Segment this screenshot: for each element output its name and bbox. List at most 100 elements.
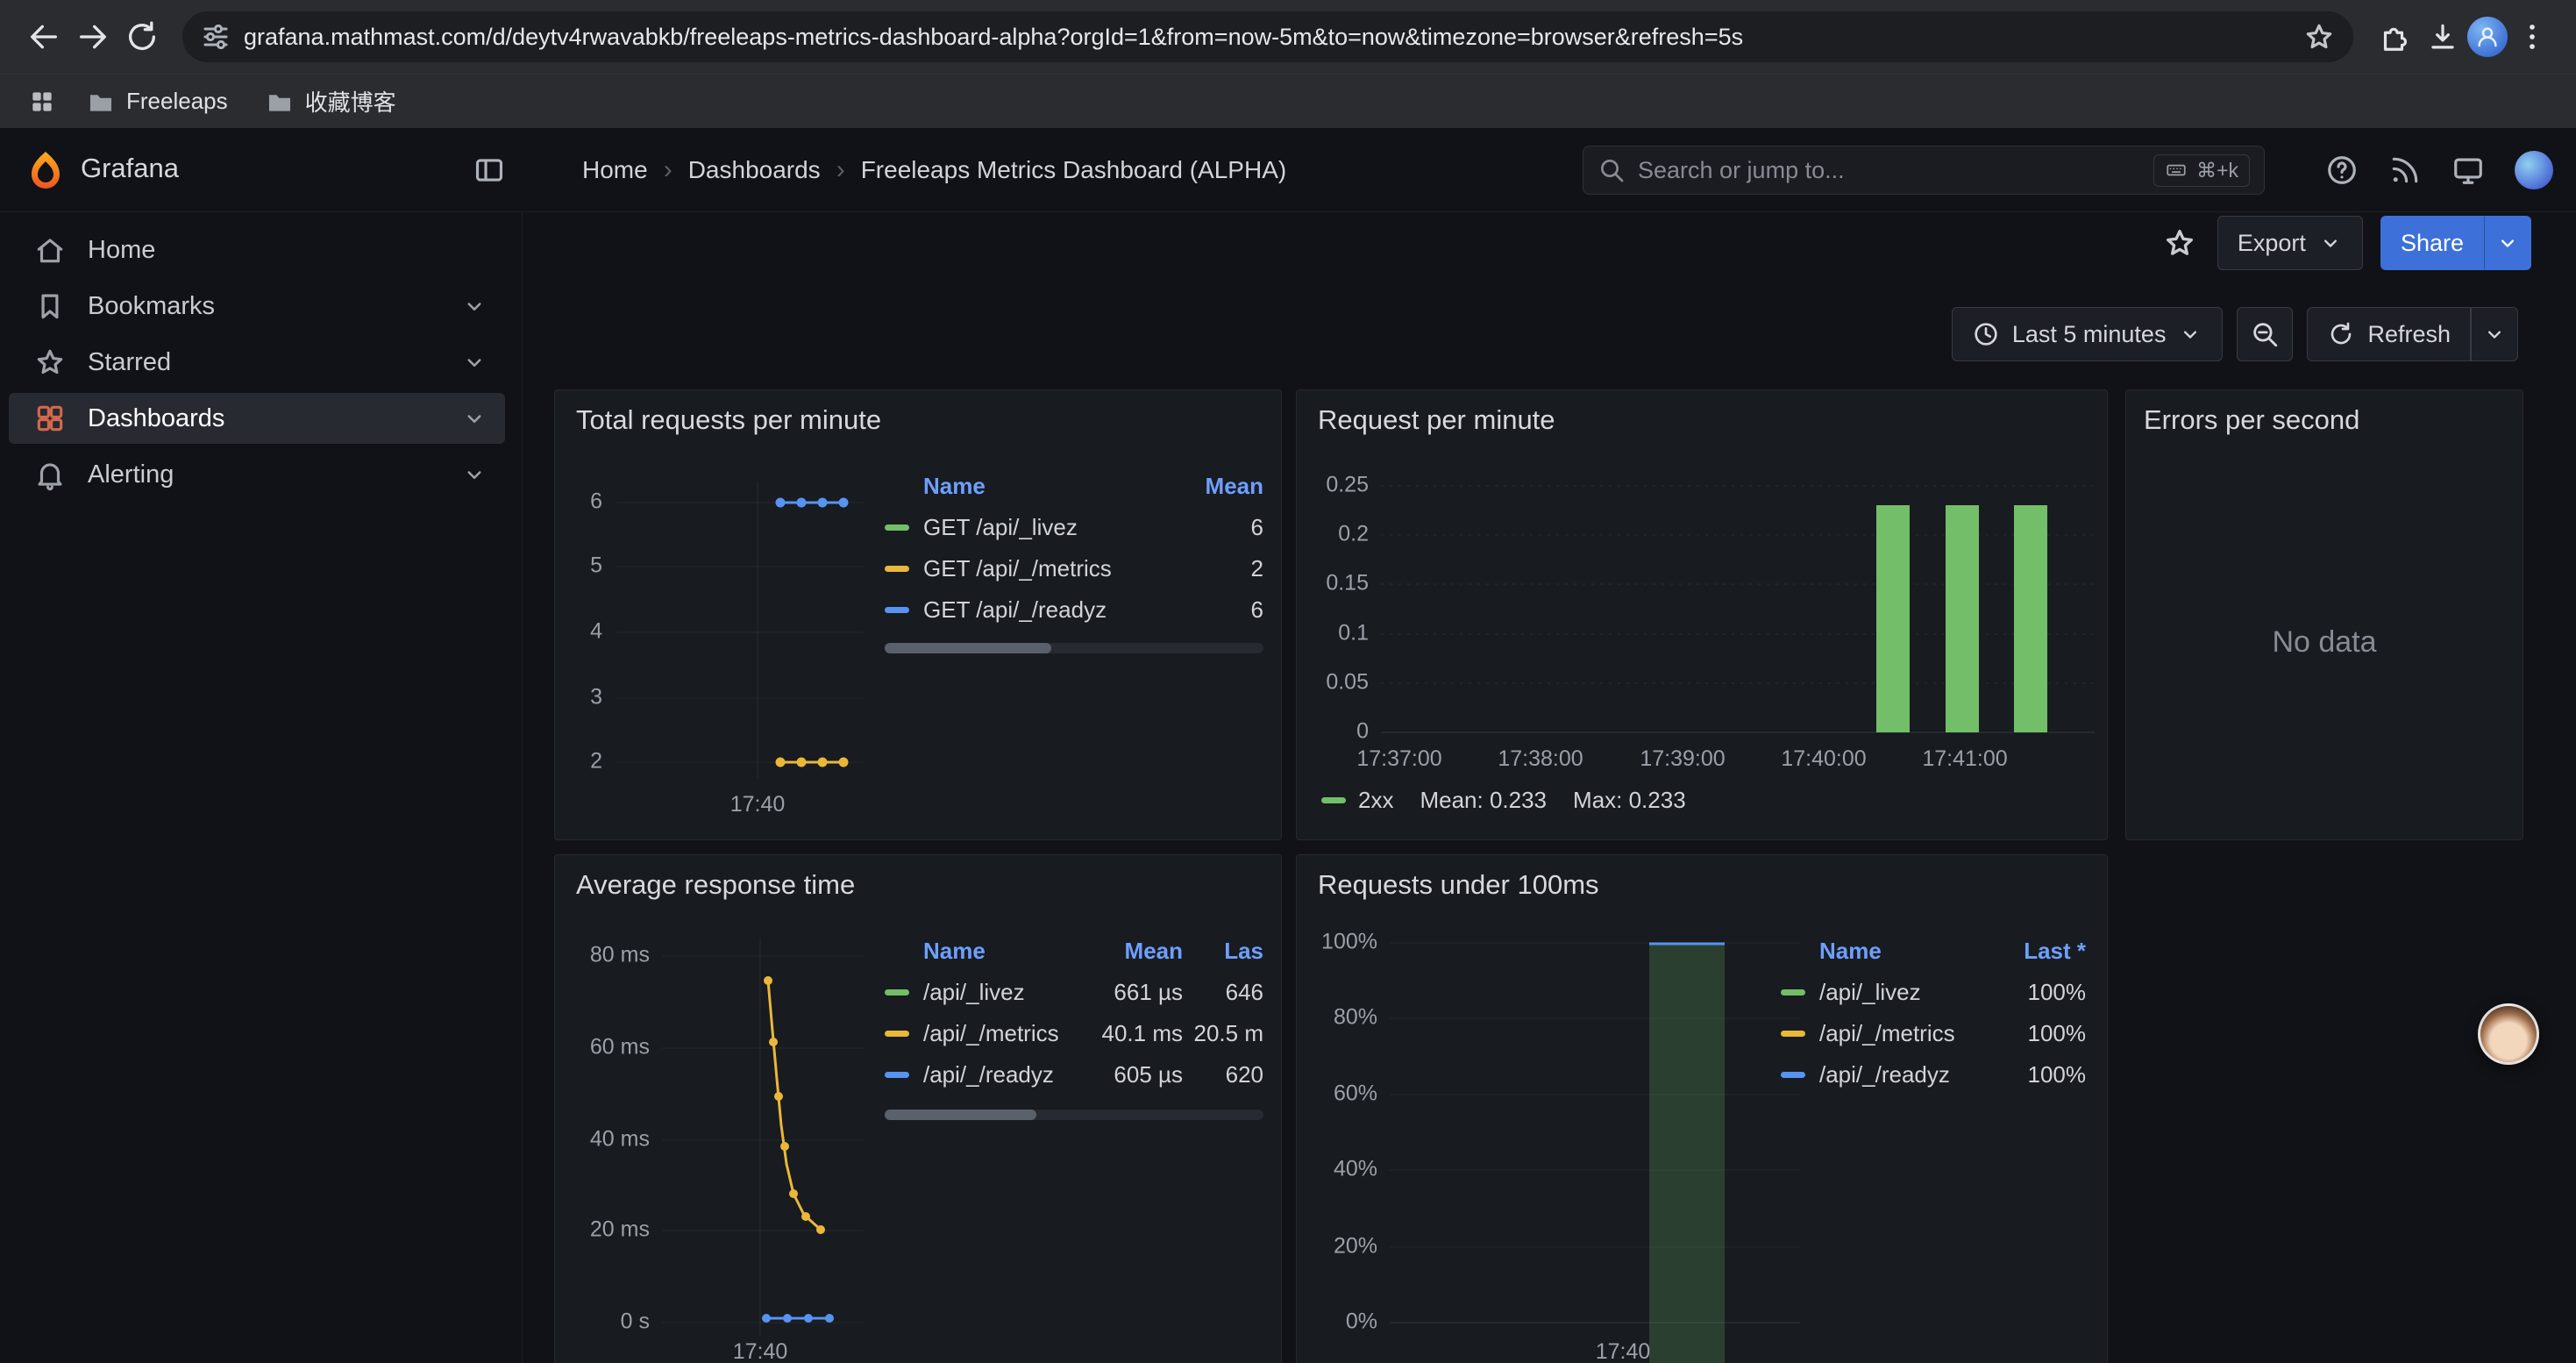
sidebar-item-bookmarks[interactable]: Bookmarks (9, 281, 505, 332)
series-swatch-yellow (885, 1031, 909, 1037)
series-name[interactable]: /api/_livez (923, 979, 1060, 1006)
series-name[interactable]: /api/_/readyz (923, 1061, 1060, 1088)
sidebar-item-dashboards[interactable]: Dashboards (9, 393, 505, 444)
search-input[interactable] (1638, 157, 2141, 184)
series-name[interactable]: 2xx (1358, 787, 1393, 814)
bar-100-percent[interactable] (1649, 943, 1725, 1363)
browser-toolbar: grafana.mathmast.com/d/deytv4rwavabkb/fr… (0, 0, 2576, 74)
sidebar-item-home[interactable]: Home (9, 225, 505, 275)
panel-title[interactable]: Request per minute (1318, 404, 1555, 436)
sidebar-item-starred[interactable]: Starred (9, 337, 505, 388)
panel-title[interactable]: Average response time (576, 869, 855, 901)
bar-2xx[interactable] (1876, 505, 1910, 732)
site-info-tune-icon[interactable] (200, 21, 231, 53)
legend-row[interactable]: /api/_/readyz 605 µs 620 (885, 1054, 1263, 1095)
share-button[interactable]: Share (2380, 216, 2484, 270)
bookmark-star-icon[interactable] (2302, 20, 2336, 54)
series-swatch-green (1321, 797, 1346, 803)
refresh-interval-dropdown[interactable] (2471, 307, 2518, 361)
legend-row[interactable]: GET /api/_/readyz 6 (885, 589, 1263, 631)
panel-title[interactable]: Errors per second (2144, 404, 2359, 436)
series-name[interactable]: /api/_livez (1819, 979, 1989, 1006)
export-button[interactable]: Export (2217, 216, 2363, 270)
series-name[interactable]: GET /api/_/readyz (923, 596, 1185, 624)
grafana-header: Grafana Home › Dashboards › Freeleaps Me… (0, 128, 2576, 212)
bar-2xx[interactable] (2014, 505, 2047, 732)
legend-header-name[interactable]: Name (923, 473, 1185, 500)
legend-series-2xx[interactable]: 2xx (1321, 787, 1393, 814)
series-name[interactable]: /api/_/metrics (923, 1020, 1060, 1047)
legend-row[interactable]: GET /api/_/metrics 2 (885, 548, 1263, 589)
legend-header-name[interactable]: Name (923, 938, 1060, 965)
time-range-picker[interactable]: Last 5 minutes (1952, 307, 2224, 361)
favorite-dashboard-button[interactable] (2160, 223, 2200, 263)
url-text[interactable]: grafana.mathmast.com/d/deytv4rwavabkb/fr… (244, 24, 2302, 51)
legend-row[interactable]: GET /api/_livez 6 (885, 507, 1263, 548)
panel-title[interactable]: Requests under 100ms (1318, 869, 1599, 901)
series-name[interactable]: GET /api/_livez (923, 514, 1185, 541)
series-last: 100% (1989, 979, 2086, 1006)
reload-button[interactable] (117, 12, 167, 61)
legend-row[interactable]: /api/_livez 661 µs 646 (885, 972, 1263, 1013)
help-icon[interactable] (2325, 153, 2359, 187)
sidebar-toggle-button[interactable] (470, 151, 509, 189)
magnifier-minus-icon (2250, 319, 2280, 349)
bookmark-folder-freeleaps[interactable]: Freeleaps (72, 81, 242, 123)
y-axis-tick: 20 ms (590, 1217, 650, 1242)
legend-header-mean[interactable]: Mean (1185, 473, 1263, 500)
browser-menu-button[interactable] (2508, 12, 2557, 61)
brand-text[interactable]: Grafana (81, 153, 179, 184)
scrollbar-thumb[interactable] (885, 1110, 1036, 1120)
downloads-button[interactable] (2418, 12, 2467, 61)
breadcrumb-home[interactable]: Home (582, 156, 648, 184)
chevron-down-icon[interactable] (461, 349, 487, 375)
sidebar-item-alerting[interactable]: Alerting (9, 449, 505, 500)
share-dropdown-button[interactable] (2484, 216, 2531, 270)
panel-errors-per-second: Errors per second No data (2125, 389, 2523, 840)
home-icon (33, 233, 67, 267)
breadcrumb-current[interactable]: Freeleaps Metrics Dashboard (ALPHA) (861, 156, 1287, 184)
chevron-down-icon[interactable] (461, 461, 487, 488)
kebab-menu-icon (2516, 20, 2549, 54)
apps-button[interactable] (21, 81, 63, 123)
series-name[interactable]: /api/_/readyz (1819, 1061, 1989, 1088)
breadcrumb-dashboards[interactable]: Dashboards (688, 156, 821, 184)
legend-scrollbar[interactable] (885, 643, 1263, 653)
zoom-out-button[interactable] (2237, 307, 2293, 361)
series-mean: Mean: 0.233 (1420, 787, 1547, 814)
back-button[interactable] (19, 12, 68, 61)
monitor-icon[interactable] (2451, 153, 2485, 187)
floating-assistant-avatar[interactable] (2478, 1003, 2539, 1065)
legend-header-last[interactable]: Last * (1989, 938, 2086, 965)
legend-header-mean[interactable]: Mean (1060, 938, 1183, 965)
bar-2xx[interactable] (1946, 505, 1979, 732)
omnibox[interactable]: grafana.mathmast.com/d/deytv4rwavabkb/fr… (182, 11, 2353, 62)
series-mean: 6 (1185, 596, 1263, 624)
legend-scrollbar[interactable] (885, 1110, 1263, 1120)
rss-icon[interactable] (2388, 153, 2422, 187)
panel-title[interactable]: Total requests per minute (576, 404, 881, 436)
chevron-down-icon[interactable] (461, 293, 487, 319)
series-name[interactable]: /api/_/metrics (1819, 1020, 1989, 1047)
legend-row[interactable]: /api/_livez 100% (1781, 972, 2086, 1013)
series-name[interactable]: GET /api/_/metrics (923, 555, 1185, 582)
apps-grid-icon (28, 88, 56, 116)
extensions-button[interactable] (2369, 12, 2418, 61)
bookmark-folder-blogs[interactable]: 收藏博客 (251, 81, 410, 123)
search-box[interactable]: ⌘+k (1583, 146, 2265, 195)
forward-button[interactable] (68, 12, 117, 61)
legend-row[interactable]: /api/_/readyz 100% (1781, 1054, 2086, 1095)
sidebar-item-label: Bookmarks (88, 292, 440, 321)
legend-header-name[interactable]: Name (1819, 938, 1989, 965)
chevron-down-icon[interactable] (461, 405, 487, 432)
y-axis-tick: 60% (1334, 1081, 1377, 1106)
browser-profile-button[interactable] (2467, 17, 2508, 57)
legend-row[interactable]: /api/_/metrics 100% (1781, 1013, 2086, 1054)
refresh-button[interactable]: Refresh (2307, 307, 2471, 361)
scrollbar-thumb[interactable] (885, 643, 1051, 653)
user-avatar[interactable] (2515, 151, 2553, 189)
legend-row[interactable]: /api/_/metrics 40.1 ms 20.5 m (885, 1013, 1263, 1054)
chevron-down-icon (2495, 231, 2520, 255)
legend-header-last[interactable]: Las (1183, 938, 1263, 965)
y-axis-tick: 40% (1334, 1157, 1377, 1181)
